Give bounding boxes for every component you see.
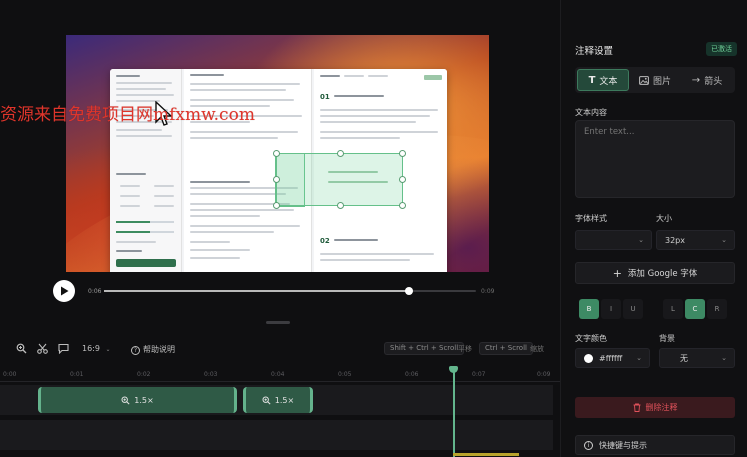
chevron-down-icon: ⌄ — [721, 236, 727, 244]
status-badge: 已激活 — [706, 42, 737, 56]
italic-button[interactable]: I — [601, 299, 621, 319]
underline-button[interactable]: U — [623, 299, 643, 319]
align-right-button[interactable]: R — [707, 299, 727, 319]
image-icon — [639, 75, 649, 85]
video-preview[interactable]: 01 02 — [66, 35, 489, 272]
ruler-tick: 0:02 — [137, 371, 151, 378]
play-button[interactable] — [53, 280, 75, 302]
chevron-down-icon: ⌄ — [105, 346, 111, 353]
preview-stage: 01 02 资源来自免费项目网mfxmw.com 0:06 0:09 16:9 … — [0, 0, 560, 457]
text-color-label: 文字颜色 — [575, 334, 607, 343]
resize-handle[interactable] — [266, 321, 290, 324]
background-value: 无 — [680, 353, 688, 363]
tab-text-label: 文本 — [599, 76, 618, 87]
zoom-clip[interactable]: 1.5× — [38, 387, 237, 413]
size-value: 32px — [665, 235, 685, 245]
text-color-value: #ffffff — [599, 353, 623, 363]
zoom-clip[interactable]: 1.5× — [243, 387, 313, 413]
tab-arrow-label: 箭头 — [704, 76, 723, 87]
pan-shortcut-key: Shift + Ctrl + Scroll — [384, 342, 465, 355]
timeline-ruler[interactable]: 0:00 0:01 0:02 0:03 0:04 0:05 0:06 0:07 … — [0, 368, 560, 382]
chevron-down-icon: ⌄ — [721, 354, 727, 362]
size-label: 大小 — [656, 214, 672, 223]
current-time: 0:06 — [88, 288, 102, 295]
add-font-label: 添加 Google 字体 — [627, 269, 698, 279]
tab-arrow[interactable]: → 箭头 — [681, 69, 733, 91]
pan-shortcut-label: 平移 — [458, 345, 472, 353]
font-style-select[interactable]: ⌄ — [575, 230, 652, 250]
size-select[interactable]: 32px ⌄ — [656, 230, 735, 250]
comment-icon[interactable] — [57, 343, 69, 355]
zoom-icon[interactable] — [15, 343, 27, 355]
add-google-font-button[interactable]: + 添加 Google 字体 — [575, 262, 735, 284]
text-color-select[interactable]: #ffffff ⌄ — [575, 348, 650, 368]
ruler-tick: 0:00 — [3, 371, 17, 378]
annotation-box[interactable] — [273, 150, 406, 209]
timeline-toolbar: 16:9 ⌄ ? 帮助说明 Shift + Ctrl + Scroll 平移 Ct… — [0, 338, 560, 360]
zoom-in-icon — [121, 395, 130, 405]
zoom-shortcut-key: Ctrl + Scroll — [479, 342, 533, 355]
zoom-in-icon — [262, 395, 271, 405]
delete-annotation-button[interactable]: 删除注释 — [575, 397, 735, 418]
watermark-text: 资源来自免费项目网mfxmw.com — [0, 105, 255, 125]
ruler-tick: 0:03 — [204, 371, 218, 378]
ruler-tick: 0:06 — [405, 371, 419, 378]
tab-image[interactable]: 图片 — [629, 69, 681, 91]
background-label: 背景 — [659, 334, 675, 343]
annotation-panel: 注释设置 已激活 T 文本 图片 → 箭头 文本内容 字体样式 大小 ⌄ 32p… — [560, 0, 747, 457]
scissors-icon[interactable] — [36, 343, 48, 355]
bold-button[interactable]: B — [579, 299, 599, 319]
tab-image-label: 图片 — [652, 76, 671, 87]
zoom-clip-label: 1.5× — [134, 395, 154, 405]
chevron-down-icon: ⌄ — [636, 354, 642, 362]
shortcuts-button[interactable]: i 快捷键与提示 — [575, 435, 735, 455]
recorded-green-button — [116, 259, 176, 267]
progress-fill — [104, 290, 410, 292]
ruler-tick: 0:04 — [271, 371, 285, 378]
chevron-down-icon: ⌄ — [638, 236, 644, 244]
font-style-label: 字体样式 — [575, 214, 607, 223]
zoom-clip-label: 1.5× — [274, 395, 295, 405]
ruler-tick: 0:05 — [338, 371, 352, 378]
progress-bar[interactable] — [104, 287, 476, 295]
panel-title: 注释设置 — [575, 46, 614, 57]
plus-icon: + — [612, 266, 622, 280]
ruler-tick: 0:07 — [472, 371, 486, 378]
help-label: 帮助说明 — [143, 345, 175, 354]
zoom-shortcut-label: 缩放 — [530, 345, 544, 353]
play-icon — [60, 286, 68, 296]
align-left-button[interactable]: L — [663, 299, 683, 319]
annotation-type-tabs: T 文本 图片 → 箭头 — [575, 67, 735, 93]
text-icon: T — [588, 74, 596, 86]
annotation-clip-indicator[interactable] — [453, 453, 519, 456]
help-button[interactable]: ? 帮助说明 — [131, 344, 175, 355]
align-center-button[interactable]: C — [685, 299, 705, 319]
delete-label: 删除注释 — [645, 403, 678, 412]
aspect-ratio-value: 16:9 — [82, 344, 100, 353]
progress-knob[interactable] — [405, 287, 414, 295]
tab-text[interactable]: T 文本 — [577, 69, 629, 91]
duration-time: 0:09 — [481, 288, 495, 295]
playhead[interactable] — [450, 366, 457, 457]
help-icon: ? — [131, 346, 140, 355]
content-label: 文本内容 — [575, 108, 607, 117]
color-swatch — [584, 353, 593, 363]
annotation-track[interactable] — [0, 420, 553, 450]
trash-icon — [633, 403, 640, 412]
background-select[interactable]: 无 ⌄ — [659, 348, 735, 368]
ruler-tick: 0:09 — [537, 371, 551, 378]
annotation-text-input[interactable] — [575, 120, 735, 198]
info-icon: i — [584, 440, 593, 450]
shortcuts-label: 快捷键与提示 — [599, 440, 647, 450]
ruler-tick: 0:01 — [70, 371, 84, 378]
aspect-ratio-select[interactable]: 16:9 ⌄ — [82, 344, 111, 353]
arrow-icon: → — [691, 74, 701, 86]
